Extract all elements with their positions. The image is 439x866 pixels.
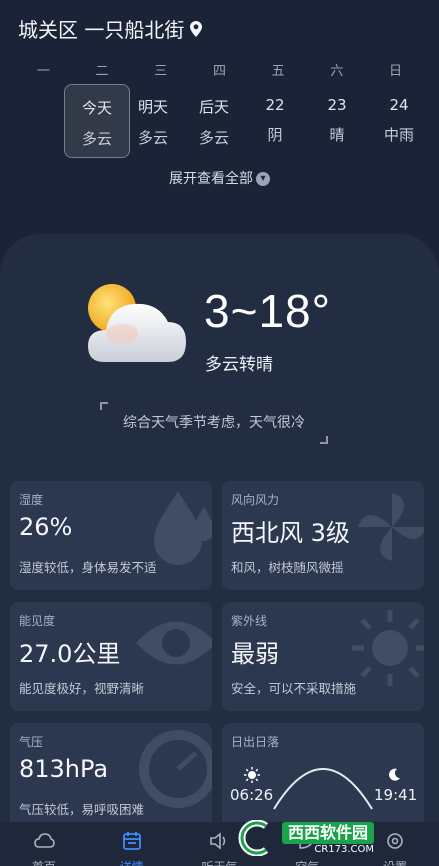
forecast-days: 今天 多云 明天 多云 后天 多云 22 阴 23 晴 24 中雨 [0, 84, 439, 160]
day-22[interactable]: 22 阴 [242, 84, 308, 158]
partly-cloudy-icon [88, 284, 186, 362]
advice-text: 综合天气季节考虑，天气很冷 [123, 415, 305, 431]
tab-label: 首页 [0, 858, 88, 866]
weekday-label: 四 [212, 64, 226, 79]
humidity-title: 湿度 [19, 493, 44, 507]
expand-label: 展开查看全部 [169, 171, 253, 187]
day-label: 23 [327, 96, 347, 114]
pressure-title: 气压 [19, 735, 44, 749]
humidity-value: 26% [19, 513, 73, 541]
wind-card[interactable]: 风向风力 西北风 3级 和风，树枝随风微摇 [222, 481, 424, 590]
speaker-icon [210, 832, 226, 850]
pinwheel-icon [358, 493, 424, 561]
weekday-label: 三 [154, 64, 168, 79]
watermark-brand: 西西软件园 [282, 821, 375, 844]
weekday-label: 日 [389, 64, 403, 79]
tab-label: 详情 [88, 858, 176, 866]
uv-card[interactable]: 紫外线 最弱 安全，可以不采取措施 [222, 602, 424, 711]
location-pin-icon [190, 20, 203, 37]
tab-home[interactable]: 首页 [0, 822, 88, 866]
weekday-label: 二 [95, 64, 109, 79]
day-23[interactable]: 23 晴 [304, 84, 370, 158]
wind-value: 西北风 3级 [231, 519, 350, 547]
visibility-desc: 能见度极好，视野清晰 [19, 681, 145, 696]
temperature-range: 3~18° [204, 285, 332, 337]
location-text: 城关区 一只船北街 [18, 18, 185, 42]
weekday-header: 一 二 三 四 五 六 日 [0, 60, 439, 79]
day-weather: 中雨 [383, 126, 414, 144]
watermark-url: CR173.COM [314, 843, 375, 855]
cloud-icon [34, 833, 55, 848]
humidity-desc: 湿度较低，身体易发不适 [19, 560, 157, 575]
visibility-title: 能见度 [19, 614, 56, 628]
visibility-card[interactable]: 能见度 27.0公里 能见度极好，视野清晰 [10, 602, 212, 711]
day-after-tomorrow[interactable]: 后天 多云 [181, 84, 247, 158]
calendar-icon [122, 832, 141, 850]
weekday-label: 六 [330, 64, 344, 79]
day-label: 明天 [137, 98, 168, 116]
day-weather: 多云 [137, 129, 168, 147]
gauge-icon [139, 730, 212, 808]
day-label: 24 [389, 96, 409, 114]
watermark-logo-icon [238, 820, 269, 856]
day-weather: 多云 [198, 129, 229, 147]
tab-details[interactable]: 详情 [88, 822, 176, 866]
wind-title: 风向风力 [231, 493, 280, 507]
expand-all-button[interactable]: 展开查看全部 ▾ [0, 168, 439, 188]
weather-condition: 多云转晴 [205, 355, 273, 375]
quote-bracket-close [320, 436, 328, 444]
weekday-label: 一 [36, 64, 50, 79]
wind-desc: 和风，树枝随风微摇 [231, 560, 344, 575]
visibility-value: 27.0公里 [19, 640, 121, 668]
pressure-value: 813hPa [19, 755, 109, 783]
day-weather: 阴 [267, 126, 283, 144]
weekday-label: 五 [271, 64, 285, 79]
day-weather: 晴 [329, 126, 345, 144]
moon-icon [389, 768, 400, 781]
pressure-desc: 气压较低，易呼吸困难 [19, 802, 145, 817]
location-header[interactable]: 城关区 一只船北街 [18, 14, 203, 43]
uv-value: 最弱 [231, 640, 279, 668]
day-label: 后天 [198, 98, 229, 116]
weather-advice: 综合天气季节考虑，天气很冷 [100, 402, 328, 444]
eye-icon [136, 621, 212, 665]
sunrise-time: 06:26 [230, 786, 274, 804]
sunrise-icon [244, 767, 260, 783]
uv-title: 紫外线 [231, 614, 268, 628]
day-tomorrow[interactable]: 明天 多云 [120, 84, 186, 158]
uv-desc: 安全，可以不采取措施 [231, 681, 357, 696]
watermark: 西西软件园 CR173.COM [236, 816, 426, 860]
sunset-time: 19:41 [374, 786, 418, 804]
chevron-down-icon: ▾ [256, 172, 270, 186]
humidity-card[interactable]: 湿度 26% 湿度较低，身体易发不适 [10, 481, 212, 590]
pressure-card[interactable]: 气压 813hPa 气压较低，易呼吸困难 [10, 723, 212, 832]
quote-bracket-open [100, 402, 108, 410]
day-24[interactable]: 24 中雨 [366, 84, 432, 158]
droplet-icon [154, 491, 212, 565]
day-label: 22 [265, 96, 285, 114]
sun-icon [352, 610, 424, 686]
